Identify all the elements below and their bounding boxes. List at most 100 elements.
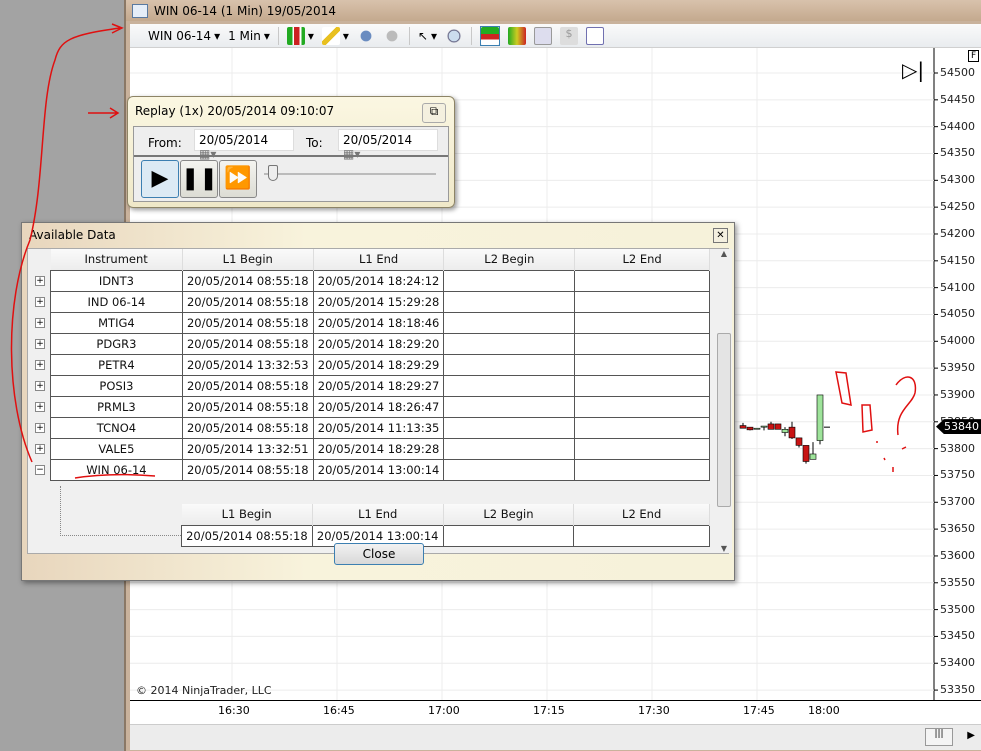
instrument-cell: PDGR3	[50, 332, 183, 355]
collapse-icon[interactable]: −	[35, 465, 45, 475]
strategy-button[interactable]	[508, 26, 527, 45]
date-cell: 20/05/2014 15:29:28	[312, 290, 445, 313]
draw-button[interactable]: ▾	[321, 26, 349, 45]
date-cell: 20/05/2014 18:29:29	[312, 353, 445, 376]
date-cell	[443, 395, 576, 418]
column-header[interactable]: L2 End	[574, 249, 710, 270]
title-bar[interactable]: WIN 06-14 (1 Min) 19/05/2014	[126, 0, 981, 21]
table-row[interactable]: VALE5 20/05/2014 13:32:51 20/05/2014 18:29…	[50, 437, 710, 460]
close-button[interactable]: Close	[334, 543, 424, 565]
column-header[interactable]: L1 End	[313, 249, 445, 270]
column-header[interactable]: L2 Begin	[443, 249, 576, 270]
go-to-end-icon[interactable]: ▷|	[902, 58, 924, 82]
pencil-draw-icon	[321, 26, 340, 45]
expand-icon[interactable]: +	[35, 276, 45, 286]
expand-icon[interactable]: +	[35, 297, 45, 307]
date-cell: 20/05/2014 18:18:46	[312, 311, 445, 334]
date-cell: 20/05/2014 13:32:51	[181, 437, 314, 460]
dialog-title: Available Data	[29, 228, 116, 242]
horizontal-scrollbar[interactable]: ||| ▶	[130, 724, 981, 750]
table-row[interactable]: TCNO4 20/05/2014 08:55:18 20/05/2014 11:13…	[50, 416, 710, 439]
play-button[interactable]: ▶	[141, 160, 179, 198]
scroll-thumb[interactable]: |||	[925, 728, 953, 746]
close-icon[interactable]: ✕	[713, 228, 728, 243]
date-cell	[574, 311, 710, 334]
play-icon: ▶	[151, 166, 169, 191]
instrument-dropdown[interactable]: WIN 06-14 ▾	[148, 29, 220, 43]
table-row[interactable]: PETR4 20/05/2014 13:32:53 20/05/2014 18:29…	[50, 353, 710, 376]
price-label: 53900	[940, 387, 975, 401]
properties-button[interactable]	[586, 26, 605, 45]
expand-icon[interactable]: +	[35, 423, 45, 433]
table-row[interactable]: PRML3 20/05/2014 08:55:18 20/05/2014 18:26…	[50, 395, 710, 418]
price-label: 54150	[940, 253, 975, 267]
pointer-button[interactable]: ↖ ▾	[418, 29, 437, 43]
f-badge[interactable]: F	[968, 50, 980, 62]
column-header[interactable]: L2 Begin	[443, 504, 575, 525]
column-header[interactable]: L1 End	[312, 504, 444, 525]
date-cell	[443, 332, 576, 355]
pause-icon: ❚❚	[181, 166, 218, 191]
date-cell	[443, 290, 576, 313]
speed-slider[interactable]	[264, 173, 436, 175]
expand-icon[interactable]: +	[35, 339, 45, 349]
from-label: From:	[148, 136, 182, 150]
price-label: 53650	[940, 522, 975, 536]
zoom-icon	[445, 26, 464, 45]
table-row[interactable]: IND 06-14 20/05/2014 08:55:18 20/05/2014 1…	[50, 290, 710, 313]
column-header[interactable]: Instrument	[50, 249, 183, 270]
fast-forward-button[interactable]: ⏩	[219, 160, 257, 198]
date-cell	[443, 458, 576, 481]
date-cell: 20/05/2014 08:55:18	[181, 290, 314, 313]
to-date-picker[interactable]: 20/05/2014 ▦▾	[338, 129, 438, 161]
scroll-thumb[interactable]	[717, 333, 731, 507]
speed-slider-thumb[interactable]	[268, 165, 278, 181]
scroll-down-icon[interactable]: ▼	[716, 544, 732, 553]
column-header[interactable]: L1 Begin	[181, 504, 313, 525]
bar-style-button[interactable]: ▾	[286, 26, 314, 45]
price-label: 54200	[940, 226, 975, 240]
remove-indicator-button[interactable]	[382, 26, 401, 45]
strategy-icon	[508, 26, 527, 45]
data-box-button[interactable]	[534, 26, 553, 45]
table-row[interactable]: POSI3 20/05/2014 08:55:18 20/05/2014 18:29…	[50, 374, 710, 397]
pause-button[interactable]: ❚❚	[180, 160, 218, 198]
table-row[interactable]: MTIG4 20/05/2014 08:55:18 20/05/2014 18:18…	[50, 311, 710, 334]
expand-icon[interactable]: +	[35, 381, 45, 391]
expand-icon[interactable]: +	[35, 444, 45, 454]
date-cell	[443, 437, 576, 460]
price-label: 53400	[940, 656, 975, 670]
price-label: 54300	[940, 173, 975, 187]
table-row[interactable]: WIN 06-14 20/05/2014 08:55:18 20/05/2014 1…	[50, 458, 710, 481]
replay-panel: Replay (1x) 20/05/2014 09:10:07 ⧉ From: …	[127, 96, 455, 208]
instrument-table: Instrument L1 Begin L1 End L2 Begin L2 End ID…	[50, 249, 710, 481]
expand-icon[interactable]: +	[35, 318, 45, 328]
dock-button[interactable]: ⧉	[422, 103, 446, 123]
column-header[interactable]: L2 End	[573, 504, 710, 525]
date-cell	[443, 269, 576, 292]
expand-icon[interactable]: +	[35, 402, 45, 412]
date-cell: 20/05/2014 08:55:18	[181, 458, 314, 481]
chart-trader-icon	[481, 26, 500, 45]
from-date-picker[interactable]: 20/05/2014 ▦▾	[194, 129, 294, 161]
add-indicator-button[interactable]	[356, 26, 375, 45]
scroll-up-icon[interactable]: ▲	[716, 249, 732, 258]
chart-trader-button[interactable]	[480, 25, 501, 46]
scroll-right-icon[interactable]: ▶	[967, 730, 975, 741]
time-label: 17:30	[638, 704, 670, 717]
price-label: 53750	[940, 468, 975, 482]
vertical-scrollbar[interactable]: ▲ ▼	[716, 249, 732, 553]
table-row[interactable]: IDNT3 20/05/2014 08:55:18 20/05/2014 18:24…	[50, 269, 710, 292]
table-row[interactable]: 20/05/2014 08:55:18 20/05/2014 13:00:14	[181, 524, 710, 547]
dollar-button[interactable]: $	[560, 26, 579, 45]
column-header[interactable]: L1 Begin	[182, 249, 314, 270]
zoom-button[interactable]	[445, 26, 464, 45]
interval-dropdown[interactable]: 1 Min ▾	[228, 29, 270, 43]
expand-icon[interactable]: +	[35, 360, 45, 370]
time-label: 16:45	[323, 704, 355, 717]
price-label: 54350	[940, 146, 975, 160]
table-row[interactable]: PDGR3 20/05/2014 08:55:18 20/05/2014 18:29…	[50, 332, 710, 355]
price-label: 53800	[940, 441, 975, 455]
dollar-icon: $	[560, 26, 579, 45]
instrument-label: WIN 06-14	[148, 28, 212, 43]
